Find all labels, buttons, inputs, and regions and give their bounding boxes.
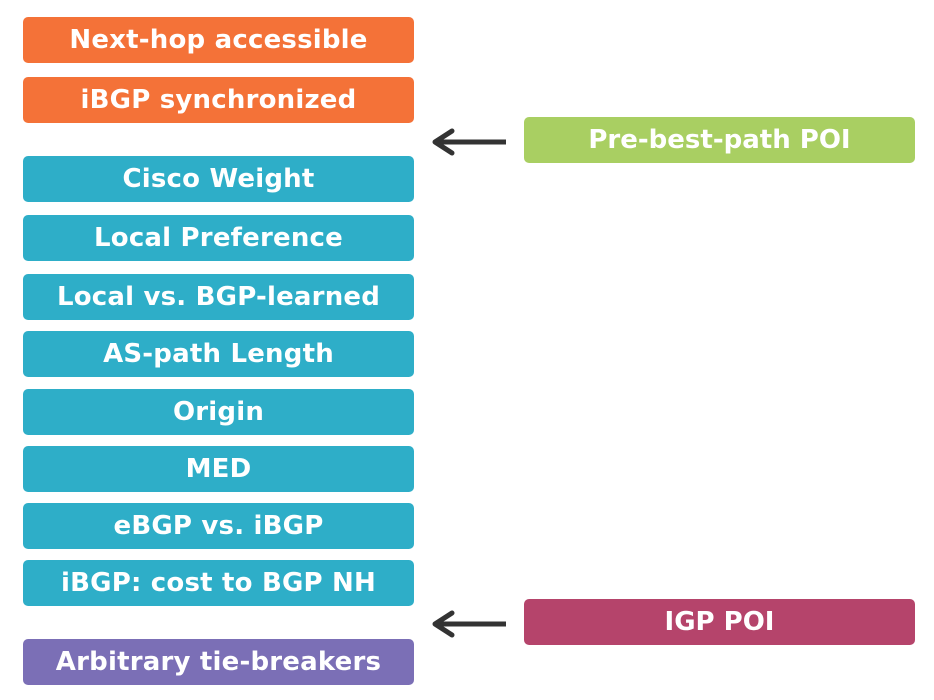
- step-local-vs-bgp-learned: Local vs. BGP-learned: [23, 274, 414, 320]
- step-cisco-weight: Cisco Weight: [23, 156, 414, 202]
- pre-best-path-poi-label: Pre-best-path POI: [524, 117, 915, 163]
- step-next-hop-accessible: Next-hop accessible: [23, 17, 414, 63]
- step-origin: Origin: [23, 389, 414, 435]
- left-arrow-icon: [432, 128, 506, 156]
- step-med: MED: [23, 446, 414, 492]
- step-ibgp-cost-to-nh: iBGP: cost to BGP NH: [23, 560, 414, 606]
- step-arbitrary-tie-breakers: Arbitrary tie-breakers: [23, 639, 414, 685]
- step-local-preference: Local Preference: [23, 215, 414, 261]
- step-as-path-length: AS-path Length: [23, 331, 414, 377]
- step-ebgp-vs-ibgp: eBGP vs. iBGP: [23, 503, 414, 549]
- igp-poi-label: IGP POI: [524, 599, 915, 645]
- step-ibgp-synchronized: iBGP synchronized: [23, 77, 414, 123]
- left-arrow-icon: [432, 610, 506, 638]
